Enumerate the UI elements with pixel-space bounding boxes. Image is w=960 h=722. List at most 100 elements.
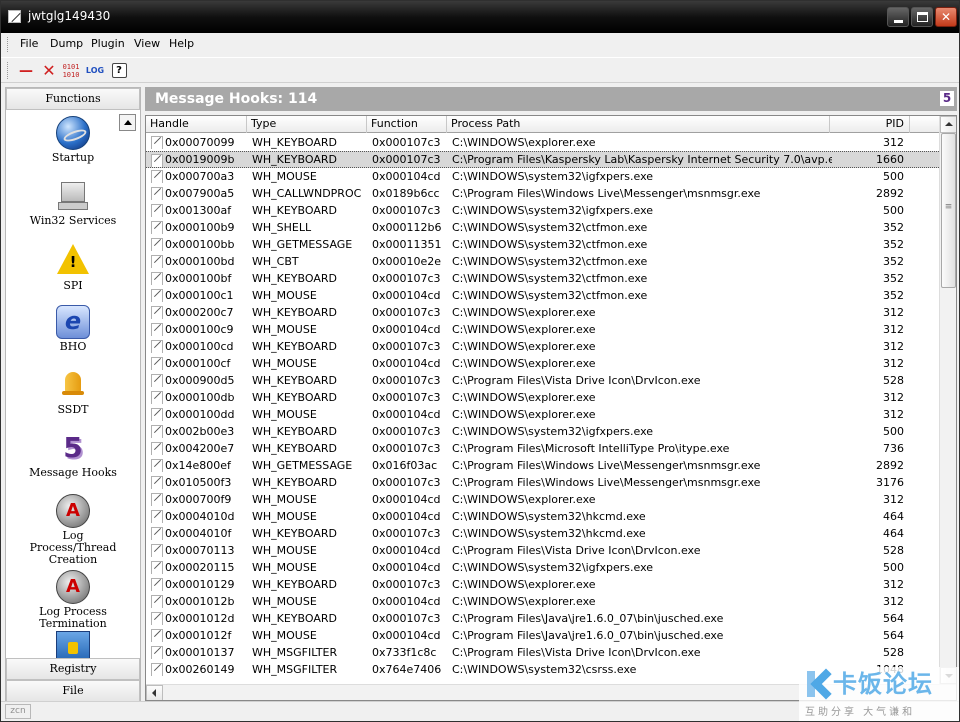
close-button[interactable]: ✕ — [935, 7, 957, 27]
sidebar-item-log-process-termination[interactable]: Log Process Termination — [6, 570, 140, 630]
table-row[interactable]: 0x00010129 WH_KEYBOARD 0x000107c3 C:\WINDOW… — [146, 576, 939, 593]
table-row[interactable]: 0x000100db WH_KEYBOARD 0x000107c3 C:\WINDOW… — [146, 389, 939, 406]
warning-mark: ! — [69, 253, 77, 271]
menu-plugin[interactable]: Plugin — [91, 37, 125, 50]
sidebar-scroll-up[interactable] — [119, 114, 136, 131]
sidebar-item-partial[interactable] — [6, 631, 140, 658]
title-bar[interactable]: jwtglg149430 ✕ — [1, 1, 959, 33]
sidebar-header-functions[interactable]: Functions — [6, 88, 140, 110]
table-row[interactable]: 0x000100bd WH_CBT 0x00010e2e C:\WINDOWS\sys… — [146, 253, 939, 270]
table-cell: C:\WINDOWS\system32\ctfmon.exe — [452, 221, 648, 234]
sidebar-item-bho[interactable]: BHO — [6, 305, 140, 353]
table-cell: 0x000104cd — [372, 544, 441, 557]
help-button[interactable]: ? — [109, 61, 129, 81]
table-row[interactable]: 0x00070113 WH_MOUSE 0x000104cd C:\Program F… — [146, 542, 939, 559]
table-row[interactable]: 0x0001012f WH_MOUSE 0x000104cd C:\Program F… — [146, 627, 939, 644]
table-row[interactable]: 0x004200e7 WH_KEYBOARD 0x000107c3 C:\Progra… — [146, 440, 939, 457]
table-row[interactable]: 0x000700f9 WH_MOUSE 0x000104cd C:\WINDOWS\e… — [146, 491, 939, 508]
menu-view[interactable]: View — [134, 37, 160, 50]
table-row[interactable]: 0x0001012d WH_KEYBOARD 0x000107c3 C:\Progra… — [146, 610, 939, 627]
table-cell: 0x000104cd — [372, 629, 441, 642]
table-row[interactable]: 0x000100c1 WH_MOUSE 0x000104cd C:\WINDOWS\s… — [146, 287, 939, 304]
table-row[interactable]: 0x000100cd WH_KEYBOARD 0x000107c3 C:\WINDOW… — [146, 338, 939, 355]
table-cell: 352 — [883, 255, 904, 268]
table-row[interactable]: 0x010500f3 WH_KEYBOARD 0x000107c3 C:\Progra… — [146, 474, 939, 491]
column-header-type[interactable]: Type — [247, 116, 367, 133]
scroll-left-button[interactable] — [146, 685, 163, 700]
menu-bar: File Dump Plugin View Help — [1, 33, 959, 55]
table-cell: 528 — [883, 544, 904, 557]
sidebar-item-spi[interactable]: ! SPI — [6, 242, 140, 292]
binary-icon: 0101 1010 — [63, 63, 80, 79]
scroll-up-button[interactable] — [940, 116, 956, 133]
table-row[interactable]: 0x00010137 WH_MSGFILTER 0x733f1c8c C:\Progr… — [146, 644, 939, 661]
sidebar-item-ssdt[interactable]: SSDT — [6, 368, 140, 416]
sidebar-item-label: SPI — [63, 279, 83, 292]
table-row[interactable]: 0x00020115 WH_MOUSE 0x000104cd C:\WINDOWS\s… — [146, 559, 939, 576]
table-cell: 312 — [883, 357, 904, 370]
table-cell: 464 — [883, 510, 904, 523]
table-row[interactable]: 0x001300af WH_KEYBOARD 0x000107c3 C:\WINDOW… — [146, 202, 939, 219]
sidebar-item-message-hooks[interactable]: Message Hooks — [6, 431, 140, 479]
table-cell: C:\Program Files\Windows Live\Messenger\… — [452, 459, 761, 472]
table-row[interactable]: 0x000700a3 WH_MOUSE 0x000104cd C:\WINDOWS\s… — [146, 168, 939, 185]
maximize-button[interactable] — [911, 7, 933, 27]
sidebar-item-win32-services[interactable]: Win32 Services — [6, 179, 140, 227]
table-cell: 2892 — [876, 187, 904, 200]
table-row[interactable]: 0x0004010f WH_KEYBOARD 0x000107c3 C:\WINDOW… — [146, 525, 939, 542]
table-row[interactable]: 0x000200c7 WH_KEYBOARD 0x000107c3 C:\WINDOW… — [146, 304, 939, 321]
remove-button[interactable]: — — [16, 61, 36, 81]
table-row[interactable]: 0x002b00e3 WH_KEYBOARD 0x000107c3 C:\WINDOW… — [146, 423, 939, 440]
section-header: Message Hooks: 114 5 — [145, 87, 957, 111]
column-header-handle[interactable]: Handle — [146, 116, 247, 133]
table-cell: 0x002b00e3 — [165, 425, 235, 438]
table-row[interactable]: 0x0001012b WH_MOUSE 0x000104cd C:\WINDOWS\e… — [146, 593, 939, 610]
table-row[interactable]: 0x14e800ef WH_GETMESSAGE 0x016f03ac C:\Prog… — [146, 457, 939, 474]
table-cell: C:\WINDOWS\system32\ctfmon.exe — [452, 255, 648, 268]
sidebar-item-label: Startup — [51, 151, 95, 164]
table-row[interactable]: 0x000100bb WH_GETMESSAGE 0x00011351 C:\WIND… — [146, 236, 939, 253]
table-row[interactable]: 0x000100dd WH_MOUSE 0x000104cd C:\WINDOWS\e… — [146, 406, 939, 423]
vertical-scrollbar[interactable] — [939, 116, 956, 684]
sidebar-header-registry[interactable]: Registry — [6, 658, 140, 680]
column-header-process-path[interactable]: Process Path — [447, 116, 830, 133]
table-cell: 0x00070099 — [165, 136, 235, 149]
table-cell: C:\WINDOWS\system32\igfxpers.exe — [452, 170, 654, 183]
table-cell: 564 — [883, 629, 904, 642]
minimize-button[interactable] — [887, 7, 909, 27]
table-row[interactable]: 0x000100cf WH_MOUSE 0x000104cd C:\WINDOWS\e… — [146, 355, 939, 372]
log-button[interactable]: LOG — [85, 61, 105, 81]
column-header-function[interactable]: Function — [367, 116, 447, 133]
table-row[interactable]: 0x00070099 WH_KEYBOARD 0x000107c3 C:\WINDOW… — [146, 134, 939, 151]
table-cell: 0x0189b6cc — [372, 187, 440, 200]
table-cell: 736 — [883, 442, 904, 455]
five-icon — [56, 431, 90, 465]
sidebar-item-label: BHO — [59, 340, 87, 353]
scroll-thumb[interactable] — [941, 133, 956, 288]
menu-file[interactable]: File — [20, 37, 38, 50]
table-cell: WH_SHELL — [252, 221, 312, 234]
function-list: Startup Win32 Services ! SPI BHO SSDT — [6, 110, 140, 658]
column-header-filler — [910, 116, 939, 133]
table-row[interactable]: 0x007900a5 WH_CALLWNDPROC 0x0189b6cc C:\Pro… — [146, 185, 939, 202]
table-row[interactable]: 0x0019009b WH_KEYBOARD 0x000107c3 C:\Progra… — [146, 151, 939, 168]
table-row[interactable]: 0x000100b9 WH_SHELL 0x000112b6 C:\WINDOWS\s… — [146, 219, 939, 236]
table-row[interactable]: 0x000100bf WH_KEYBOARD 0x000107c3 C:\WINDOW… — [146, 270, 939, 287]
sidebar-item-log-process-thread[interactable]: Log Process/Thread Creation — [6, 494, 140, 566]
table-row[interactable]: 0x000900d5 WH_KEYBOARD 0x000107c3 C:\Progra… — [146, 372, 939, 389]
binary-button[interactable]: 0101 1010 — [61, 61, 81, 81]
table-cell: 0x00260149 — [165, 663, 235, 676]
sidebar-header-file[interactable]: File — [6, 680, 140, 702]
column-header-pid[interactable]: PID — [830, 116, 910, 133]
delete-button[interactable]: ✕ — [39, 61, 59, 81]
table-cell: 0x007900a5 — [165, 187, 235, 200]
table-cell: 0x00010129 — [165, 578, 235, 591]
menu-dump[interactable]: Dump — [50, 37, 83, 50]
table-row[interactable]: 0x000100c9 WH_MOUSE 0x000104cd C:\WINDOWS\e… — [146, 321, 939, 338]
table-row[interactable]: 0x0004010d WH_MOUSE 0x000104cd C:\WINDOWS\s… — [146, 508, 939, 525]
hook-icon — [149, 406, 163, 421]
table-cell: 500 — [883, 561, 904, 574]
hook-icon — [149, 372, 163, 387]
table-cell: C:\WINDOWS\system32\hkcmd.exe — [452, 527, 646, 540]
menu-help[interactable]: Help — [169, 37, 194, 50]
